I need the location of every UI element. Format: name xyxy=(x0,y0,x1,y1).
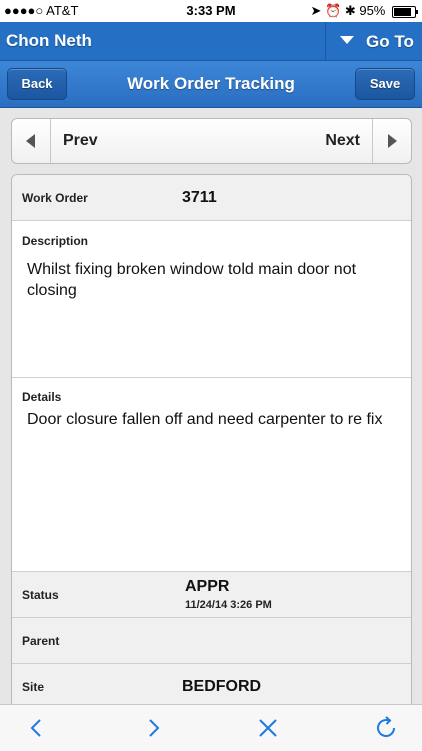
details-text[interactable]: Door closure fallen off and need carpent… xyxy=(27,409,391,430)
parent-row: Parent xyxy=(12,618,411,664)
site-value: BEDFORD xyxy=(182,678,262,695)
location-icon: ➤ xyxy=(310,3,322,18)
refresh-icon[interactable] xyxy=(372,714,400,742)
record-pager: Prev Next xyxy=(11,118,412,164)
browser-toolbar xyxy=(0,704,422,751)
goto-label: Go To xyxy=(366,32,414,51)
work-order-value: 3711 xyxy=(182,189,217,206)
next-arrow-button[interactable] xyxy=(372,119,411,163)
battery-icon xyxy=(392,5,418,18)
forward-arrow-icon[interactable] xyxy=(139,714,167,742)
close-icon[interactable] xyxy=(254,714,282,742)
details-label: Details xyxy=(22,390,62,404)
status-bar: ●●●●○ AT&T 3:33 PM ➤ ⏰ ✱ 95% xyxy=(0,0,422,22)
site-label: Site xyxy=(22,680,45,694)
status-date: 11/24/14 3:26 PM xyxy=(185,599,272,611)
goto-button[interactable]: Go To xyxy=(325,22,422,60)
nav-bar: Back Work Order Tracking Save xyxy=(0,61,422,108)
work-order-label: Work Order xyxy=(22,191,88,205)
details-row[interactable]: Details Door closure fallen off and need… xyxy=(12,378,411,572)
status-value: APPR xyxy=(185,578,230,595)
prev-button[interactable]: Prev xyxy=(63,132,98,150)
battery-percent: 95% xyxy=(359,3,386,18)
user-name: Chon Neth xyxy=(6,31,92,50)
bluetooth-icon: ✱ xyxy=(344,3,356,18)
chevron-left-icon xyxy=(26,134,35,148)
save-button[interactable]: Save xyxy=(355,68,415,100)
alarm-icon: ⏰ xyxy=(325,3,342,18)
prev-arrow-button[interactable] xyxy=(12,119,51,163)
description-text[interactable]: Whilst fixing broken window told main do… xyxy=(27,259,391,301)
work-order-form: Work Order 3711 Description Whilst fixin… xyxy=(11,174,412,736)
back-arrow-icon[interactable] xyxy=(23,714,51,742)
parent-label: Parent xyxy=(22,634,60,648)
status-label: Status xyxy=(22,588,59,602)
status-right: ➤ ⏰ ✱ 95% xyxy=(310,3,418,19)
back-button[interactable]: Back xyxy=(7,68,67,100)
chevron-right-icon xyxy=(388,134,397,148)
description-label: Description xyxy=(22,234,89,248)
chevron-down-icon xyxy=(340,36,354,44)
user-bar: Chon Neth Go To xyxy=(0,22,422,61)
description-row[interactable]: Description Whilst fixing broken window … xyxy=(12,221,411,378)
work-order-row: Work Order 3711 xyxy=(12,175,411,221)
next-button[interactable]: Next xyxy=(325,132,360,150)
status-row: Status APPR 11/24/14 3:26 PM xyxy=(12,572,411,618)
battery-fill xyxy=(394,7,412,16)
